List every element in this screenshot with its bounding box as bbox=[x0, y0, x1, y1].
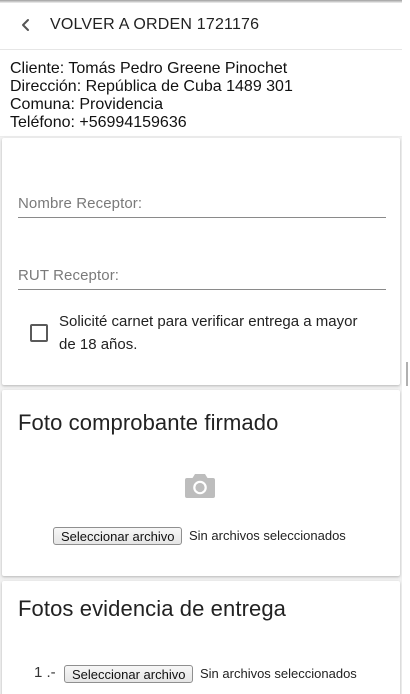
evidence-item-index: 1 .- bbox=[34, 664, 56, 681]
chevron-left-icon[interactable] bbox=[18, 17, 34, 33]
receiver-form-card: Nombre Receptor: RUT Receptor: Solicité … bbox=[2, 138, 400, 385]
back-to-order-link[interactable]: VOLVER A ORDEN 1721176 bbox=[50, 16, 259, 34]
signed-receipt-file-status: Sin archivos seleccionados bbox=[189, 528, 346, 543]
id-check-label[interactable]: Solicité carnet para verificar entrega a… bbox=[59, 310, 359, 356]
scrollbar-thumb[interactable] bbox=[406, 362, 408, 386]
client-name: Cliente: Tomás Pedro Greene Pinochet bbox=[10, 60, 288, 77]
receiver-rut-field[interactable]: RUT Receptor: bbox=[18, 259, 386, 290]
delivery-evidence-title: Fotos evidencia de entrega bbox=[18, 596, 286, 621]
signed-receipt-file-button[interactable]: Seleccionar archivo bbox=[53, 527, 183, 545]
delivery-evidence-card: Fotos evidencia de entrega 1 .- Seleccio… bbox=[2, 581, 400, 694]
signed-receipt-title: Foto comprobante firmado bbox=[18, 410, 279, 435]
receiver-name-field[interactable]: Nombre Receptor: bbox=[18, 187, 386, 218]
id-check-checkbox[interactable] bbox=[30, 324, 48, 342]
receiver-name-label: Nombre Receptor: bbox=[18, 195, 143, 212]
app-frame: VOLVER A ORDEN 1721176 Cliente: Tomás Pe… bbox=[0, 0, 402, 694]
client-address: Dirección: República de Cuba 1489 301 bbox=[10, 78, 293, 95]
evidence-file-button[interactable]: Seleccionar archivo bbox=[64, 665, 194, 683]
client-commune: Comuna: Providencia bbox=[10, 96, 163, 113]
client-phone: Teléfono: +56994159636 bbox=[10, 114, 187, 131]
receiver-rut-label: RUT Receptor: bbox=[18, 267, 120, 284]
evidence-file-status: Sin archivos seleccionados bbox=[200, 666, 357, 681]
header-bar: VOLVER A ORDEN 1721176 bbox=[0, 3, 402, 50]
signed-receipt-card: Foto comprobante firmado Seleccionar arc… bbox=[2, 390, 400, 576]
client-info: Cliente: Tomás Pedro Greene Pinochet Dir… bbox=[0, 50, 402, 137]
camera-icon[interactable] bbox=[184, 472, 216, 500]
